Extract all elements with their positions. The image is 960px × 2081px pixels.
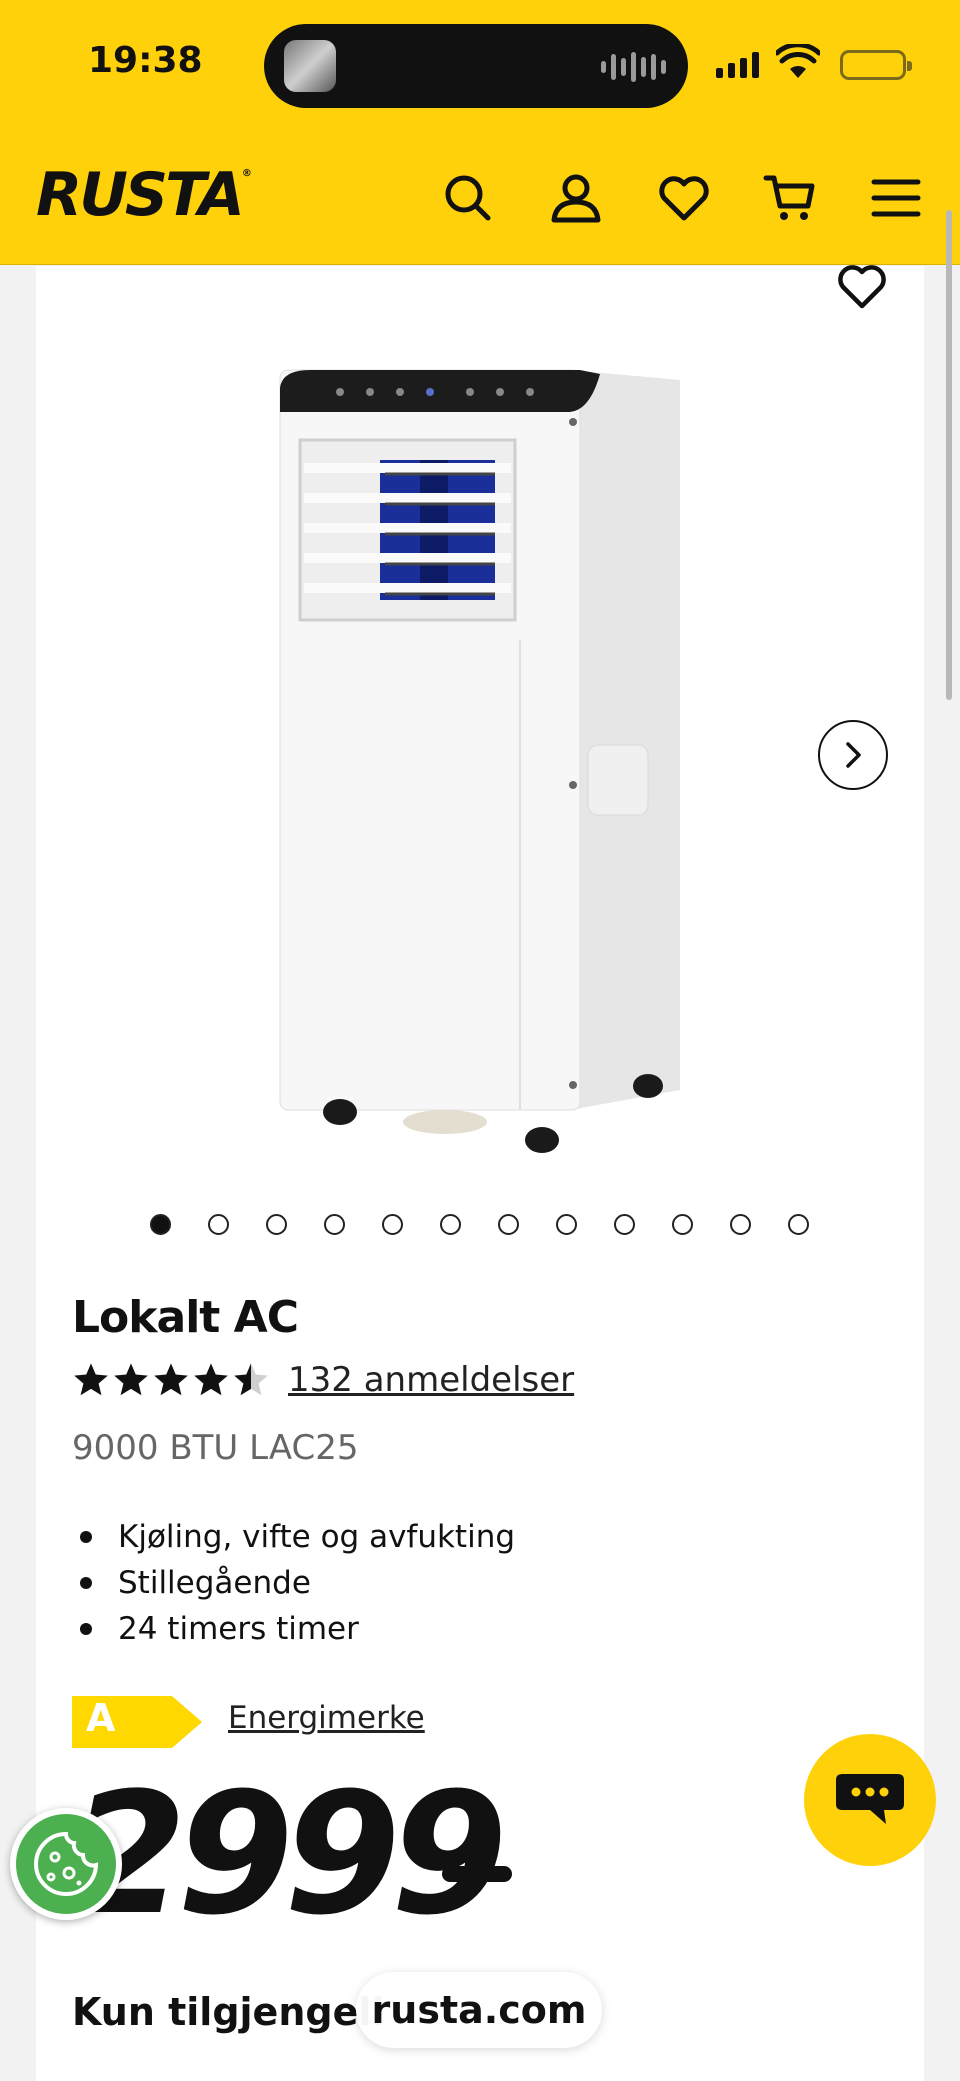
star-icon [194, 1363, 228, 1396]
product-price: 2999 [70, 1756, 508, 1952]
top-header: 19:38 RUSTA® [0, 0, 960, 265]
gallery-dot[interactable] [730, 1214, 751, 1235]
star-icon [74, 1363, 108, 1396]
chat-button[interactable] [804, 1734, 936, 1866]
cookie-settings-button[interactable] [10, 1808, 122, 1920]
star-icon [154, 1363, 188, 1396]
feature-list: Kjøling, vifte og avfukting Stillegående 2… [72, 1514, 515, 1652]
menu-icon[interactable] [868, 170, 924, 226]
cellular-signal-icon [716, 52, 759, 78]
wishlist-heart-icon[interactable] [656, 170, 712, 226]
chat-bubble-icon [836, 1774, 904, 1824]
bullet [80, 1531, 92, 1543]
product-rating: 132 anmeldelser [72, 1360, 574, 1400]
gallery-dot[interactable] [672, 1214, 693, 1235]
rusta-logo[interactable]: RUSTA® [36, 160, 252, 230]
bullet [80, 1577, 92, 1589]
status-time: 19:38 [88, 40, 203, 81]
availability-text: Kun tilgjengeli [72, 1990, 385, 2034]
star-icon [114, 1363, 148, 1396]
battery-icon [840, 50, 912, 80]
account-icon[interactable] [548, 170, 604, 226]
gallery-pagination [150, 1214, 809, 1235]
bullet [80, 1623, 92, 1635]
gallery-dot[interactable] [266, 1214, 287, 1235]
add-to-favorites-heart-icon[interactable] [836, 262, 888, 310]
browser-url-bar[interactable]: rusta.com [356, 1972, 602, 2048]
gallery-dot[interactable] [324, 1214, 345, 1235]
price-dash [442, 1866, 512, 1882]
scrollbar[interactable] [946, 210, 952, 700]
feature-item: Kjøling, vifte og avfukting [72, 1514, 515, 1560]
energy-class-letter: A [86, 1696, 116, 1740]
chevron-right-icon [846, 742, 861, 768]
gallery-dot[interactable] [498, 1214, 519, 1235]
audio-wave-icon [601, 52, 666, 82]
rating-stars [72, 1361, 270, 1399]
gallery-dot[interactable] [556, 1214, 577, 1235]
feature-item: Stillegående [72, 1560, 515, 1606]
reviews-link[interactable]: 132 anmeldelser [288, 1360, 574, 1400]
feature-item: 24 timers timer [72, 1606, 515, 1652]
cookie-icon [34, 1831, 99, 1896]
dynamic-island [264, 24, 688, 108]
product-title: Lokalt AC [72, 1292, 299, 1343]
star-icon [234, 1363, 268, 1396]
product-image[interactable] [270, 350, 710, 1170]
wifi-icon [776, 44, 820, 78]
feature-text: Stillegående [118, 1565, 311, 1601]
gallery-dot[interactable] [440, 1214, 461, 1235]
now-playing-thumbnail [284, 40, 336, 92]
gallery-dot[interactable] [788, 1214, 809, 1235]
gallery-dot[interactable] [382, 1214, 403, 1235]
gallery-dot[interactable] [150, 1214, 171, 1235]
product-subtitle: 9000 BTU LAC25 [72, 1428, 359, 1468]
gallery-dot[interactable] [614, 1214, 635, 1235]
energy-label-link[interactable]: Energimerke [228, 1700, 425, 1736]
search-icon[interactable] [440, 170, 496, 226]
gallery-dot[interactable] [208, 1214, 229, 1235]
feature-text: 24 timers timer [118, 1611, 359, 1647]
cart-icon[interactable] [762, 170, 818, 226]
gallery-next-button[interactable] [818, 720, 888, 790]
feature-text: Kjøling, vifte og avfukting [118, 1519, 516, 1555]
